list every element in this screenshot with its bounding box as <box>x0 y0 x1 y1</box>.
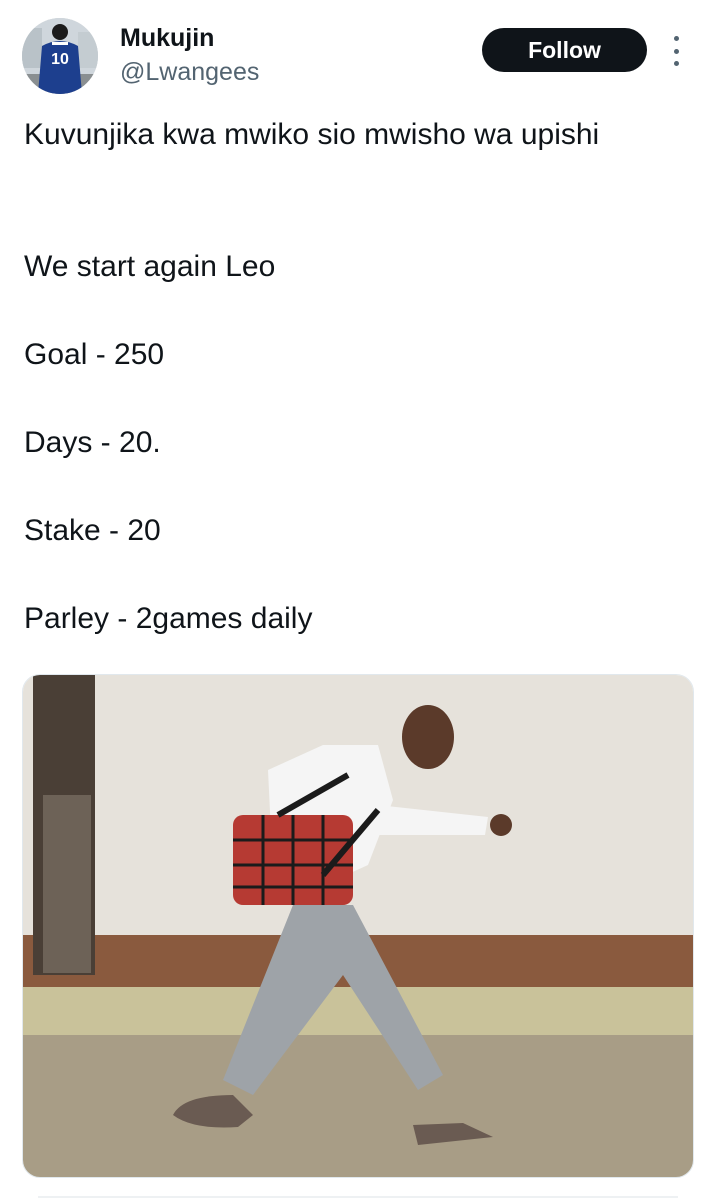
display-name[interactable]: Mukujin <box>120 24 214 53</box>
divider <box>38 1196 678 1198</box>
avatar-image: 10 <box>22 18 98 94</box>
avatar[interactable]: 10 <box>22 18 98 94</box>
more-vertical-icon[interactable] <box>668 36 684 66</box>
tweet-line: Kuvunjika kwa mwiko sio mwisho wa upishi <box>24 118 600 151</box>
tweet-line: Days - 20. <box>24 426 161 459</box>
user-handle[interactable]: @Lwangees <box>120 58 259 87</box>
tweet-media-photo[interactable] <box>22 674 694 1178</box>
tweet-line: Parley - 2games daily <box>24 602 313 635</box>
tweet-line: Goal - 250 <box>24 338 165 371</box>
photo-man-walking <box>23 675 693 1177</box>
follow-button[interactable]: Follow <box>482 28 647 72</box>
tweet-header: 10 Mukujin @Lwangees Follow <box>0 0 714 100</box>
tweet-line: Stake - 20 <box>24 514 161 547</box>
tweet-line: We start again Leo <box>24 250 276 283</box>
avatar-jersey-number: 10 <box>51 51 69 68</box>
